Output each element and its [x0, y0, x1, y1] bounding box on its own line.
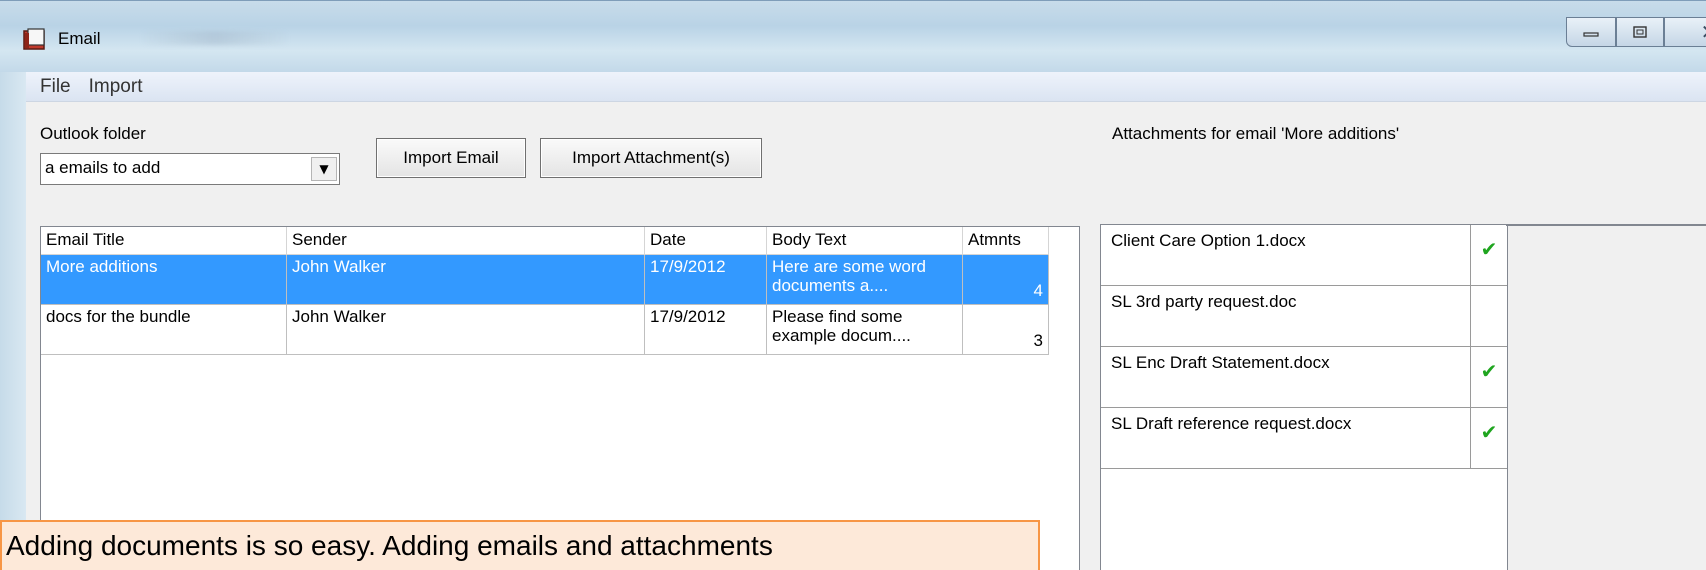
attachment-name: SL 3rd party request.doc: [1101, 286, 1471, 346]
title-bar[interactable]: Email ✕: [0, 0, 1706, 72]
window-title: Email: [58, 29, 101, 48]
attachments-heading: Attachments for email 'More additions': [1112, 124, 1400, 143]
checkmark-icon[interactable]: ✔: [1471, 225, 1507, 285]
close-icon: ✕: [1701, 20, 1706, 44]
book-icon: [23, 28, 45, 50]
attachment-name: SL Enc Draft Statement.docx: [1101, 347, 1471, 407]
window-frame-left: [0, 72, 26, 570]
menu-import[interactable]: Import: [87, 76, 145, 98]
email-title-cell: docs for the bundle: [41, 305, 287, 355]
column-header-attachments[interactable]: Atmnts: [963, 227, 1049, 255]
checkmark-icon[interactable]: ✔: [1471, 408, 1507, 468]
dropdown-arrow-icon[interactable]: ▼: [311, 157, 337, 181]
caption-text: Adding documents is so easy. Adding emai…: [6, 530, 773, 561]
column-header-body[interactable]: Body Text: [767, 227, 963, 255]
outlook-folder-value: a emails to add: [45, 158, 161, 177]
email-sender-cell: John Walker: [287, 255, 645, 305]
attachment-row[interactable]: SL Enc Draft Statement.docx ✔: [1101, 347, 1507, 408]
outlook-folder-select[interactable]: a emails to add ▼: [40, 153, 340, 185]
attachment-row[interactable]: SL Draft reference request.docx ✔: [1101, 408, 1507, 469]
email-body-cell: Please find some example docum....: [767, 305, 963, 355]
email-body-cell: Here are some word documents a....: [767, 255, 963, 305]
import-attachments-button[interactable]: Import Attachment(s): [540, 138, 762, 178]
checkmark-empty[interactable]: [1471, 286, 1507, 346]
attachment-row[interactable]: Client Care Option 1.docx ✔: [1101, 225, 1507, 286]
email-row[interactable]: More additions John Walker 17/9/2012 Her…: [41, 255, 1049, 305]
email-attachments-cell: 4: [963, 255, 1049, 305]
email-list[interactable]: Email Title Sender Date Body Text Atmnts…: [40, 226, 1080, 570]
email-attachments-cell: 3: [963, 305, 1049, 355]
menu-file[interactable]: File: [38, 76, 73, 98]
menu-bar: File Import: [26, 72, 1706, 102]
column-header-sender[interactable]: Sender: [287, 227, 645, 255]
caption-callout: Adding documents is so easy. Adding emai…: [0, 520, 1040, 570]
email-list-header: Email Title Sender Date Body Text Atmnts: [41, 227, 1049, 255]
email-title-cell: More additions: [41, 255, 287, 305]
minimize-button[interactable]: [1566, 17, 1616, 47]
email-sender-cell: John Walker: [287, 305, 645, 355]
attachments-grid: Client Care Option 1.docx ✔ SL 3rd party…: [1101, 225, 1507, 469]
checkmark-icon[interactable]: ✔: [1471, 347, 1507, 407]
blurred-title-text: [140, 31, 290, 45]
attachment-name: Client Care Option 1.docx: [1101, 225, 1471, 285]
import-email-button[interactable]: Import Email: [376, 138, 526, 178]
column-header-date[interactable]: Date: [645, 227, 767, 255]
attachment-name: SL Draft reference request.docx: [1101, 408, 1471, 468]
panel-border: [1506, 224, 1706, 226]
maximize-icon: [1633, 26, 1647, 38]
email-window: Email ✕ File Import Outlook folder a ema…: [0, 0, 1706, 570]
email-date-cell: 17/9/2012: [645, 305, 767, 355]
email-row[interactable]: docs for the bundle John Walker 17/9/201…: [41, 305, 1049, 355]
column-header-title[interactable]: Email Title: [41, 227, 287, 255]
attachment-row[interactable]: SL 3rd party request.doc: [1101, 286, 1507, 347]
attachments-list[interactable]: Client Care Option 1.docx ✔ SL 3rd party…: [1100, 224, 1508, 570]
close-button[interactable]: ✕: [1664, 17, 1706, 47]
email-date-cell: 17/9/2012: [645, 255, 767, 305]
minimize-icon: [1583, 32, 1599, 37]
window-controls: ✕: [1566, 17, 1706, 47]
maximize-button[interactable]: [1616, 17, 1664, 47]
outlook-folder-label: Outlook folder: [40, 124, 146, 143]
